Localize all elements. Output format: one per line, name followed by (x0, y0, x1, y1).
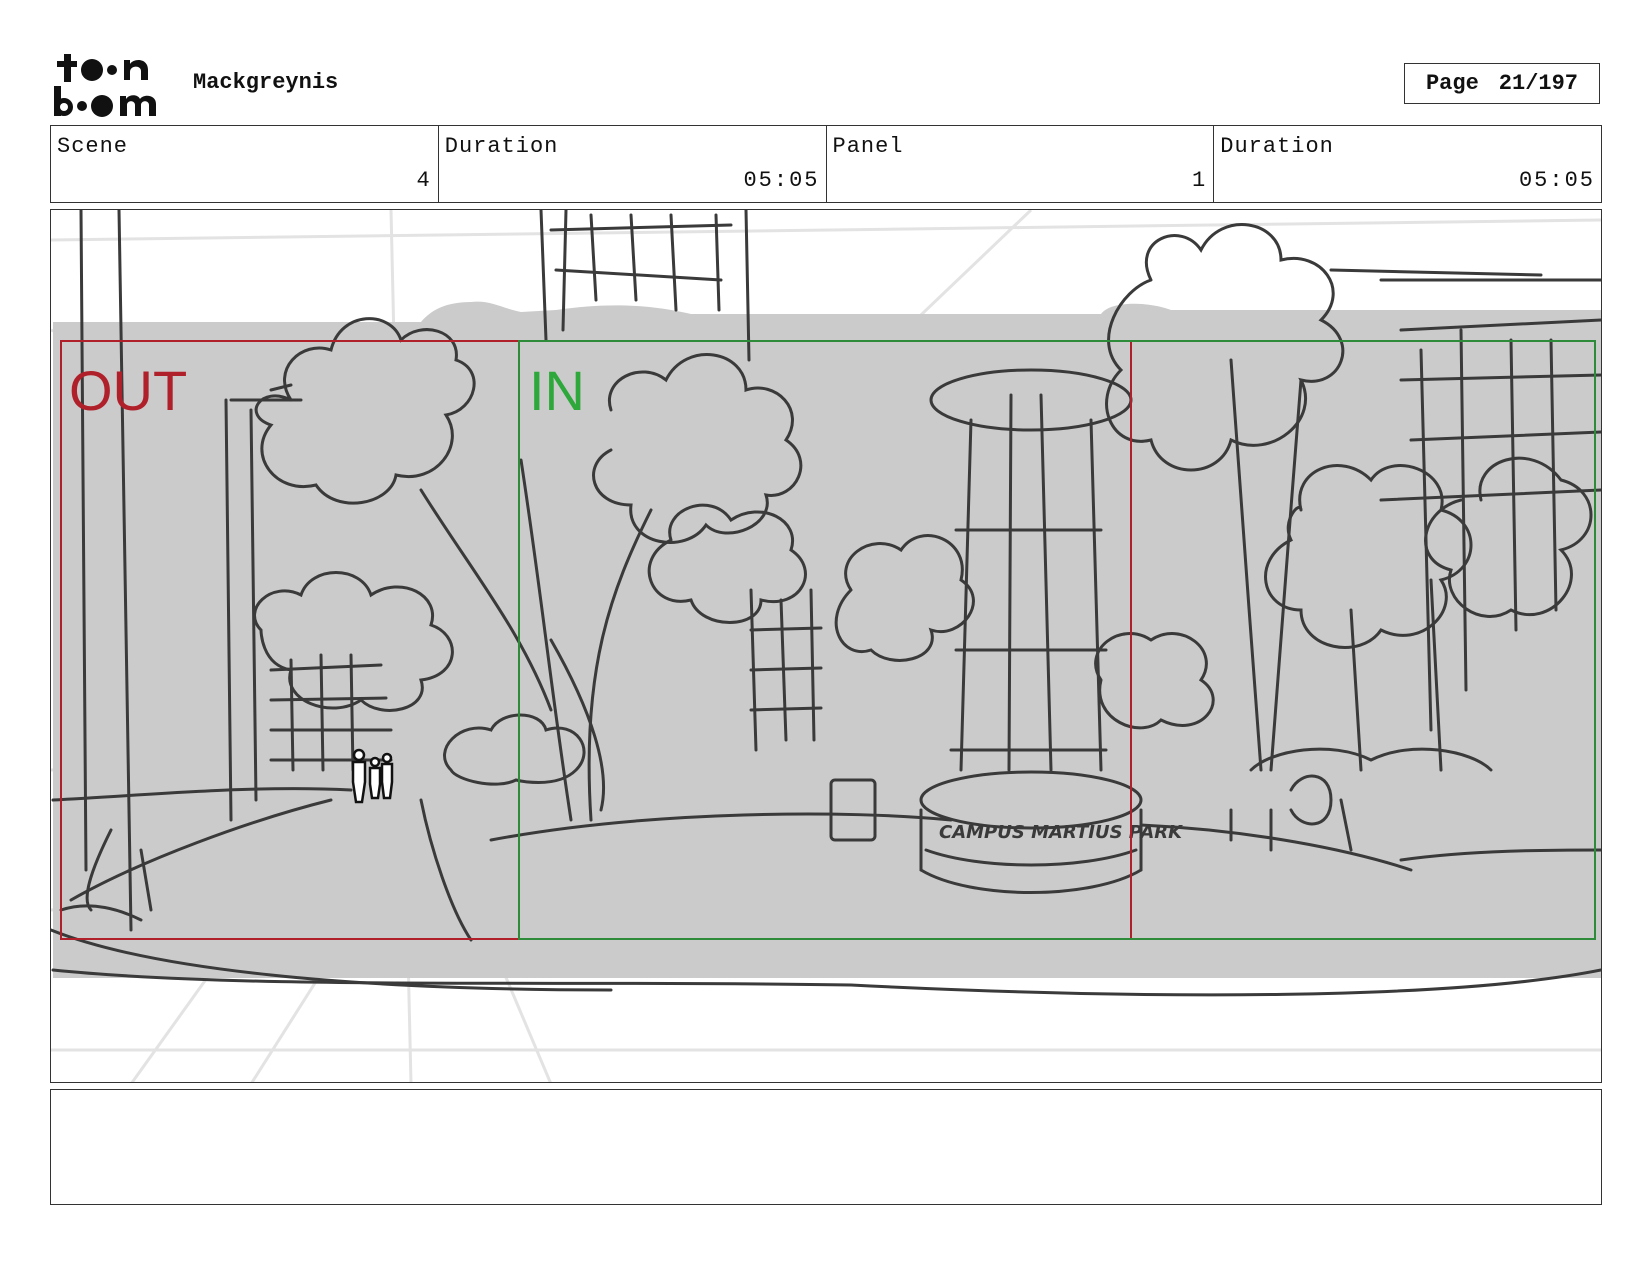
in-label: IN (529, 359, 585, 422)
out-label: OUT (69, 359, 187, 422)
scene-value: 4 (416, 168, 432, 193)
storyboard-panel: CAMPUS MARTIUS PARK OUT IN (50, 209, 1602, 1083)
scene-duration-value: 05:05 (743, 168, 820, 193)
panel-notes-box[interactable] (50, 1089, 1602, 1205)
page-number: 21/197 (1498, 71, 1579, 96)
page-label: Page (1425, 71, 1479, 96)
panel-label: Panel (832, 134, 904, 159)
panel-sketch: CAMPUS MARTIUS PARK OUT IN (51, 210, 1601, 1082)
page-indicator: Page 21/197 (1404, 63, 1600, 104)
panel-value: 1 (1192, 168, 1208, 193)
panel-duration-cell: Duration 05:05 (1214, 126, 1601, 202)
scene-duration-label: Duration (444, 134, 559, 159)
scene-info-table: Scene 4 Duration 05:05 Panel 1 Duration … (50, 125, 1602, 203)
panel-duration-label: Duration (1220, 134, 1334, 159)
toon-boom-logo (52, 50, 172, 120)
scene-duration-cell: Duration 05:05 (439, 126, 827, 202)
scene-label: Scene (57, 134, 129, 159)
scene-cell: Scene 4 (51, 126, 439, 202)
panel-cell: Panel 1 (827, 126, 1215, 202)
panel-duration-value: 05:05 (1518, 168, 1595, 193)
figures (351, 748, 394, 804)
project-title: Mackgreynis (193, 70, 339, 95)
